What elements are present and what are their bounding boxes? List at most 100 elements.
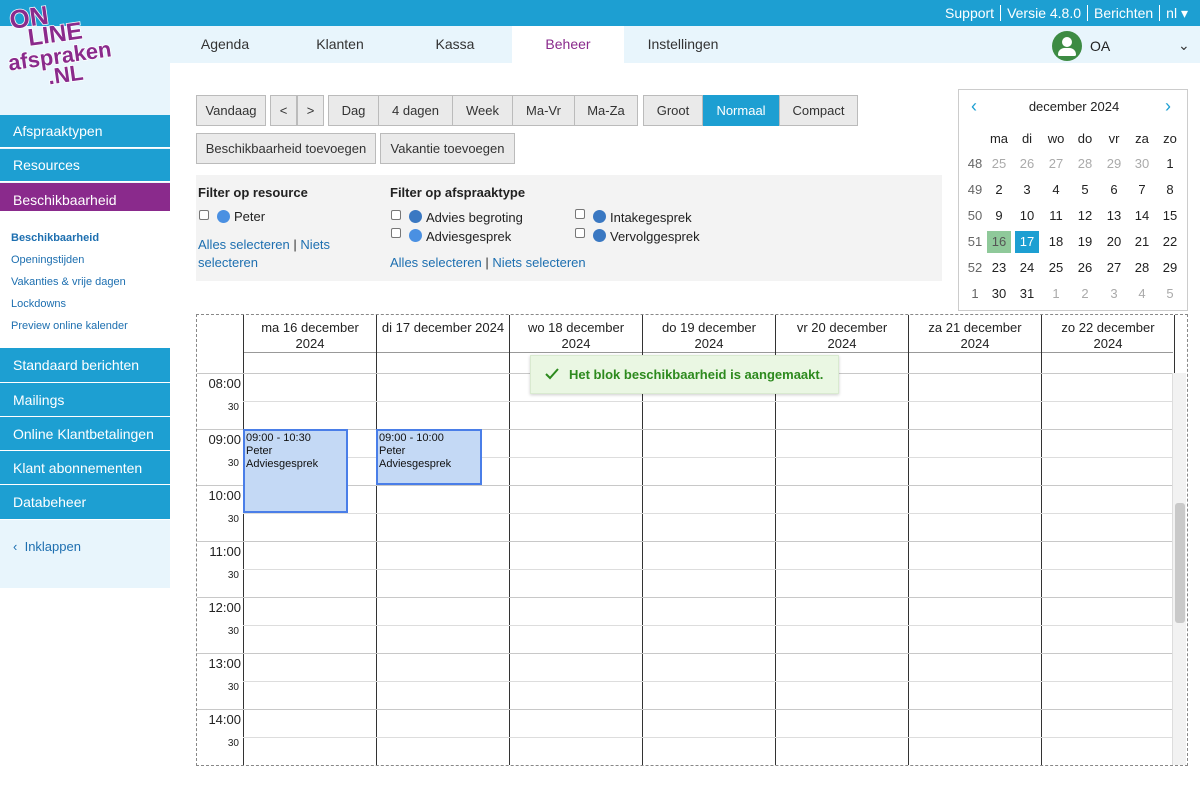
mini-calendar-day[interactable]: 6 [1102,179,1126,201]
mini-calendar-day[interactable]: 7 [1130,179,1154,201]
nav-agenda[interactable]: Agenda [170,26,280,63]
nav-beheer[interactable]: Beheer [512,26,624,63]
mini-calendar-day[interactable]: 27 [1102,257,1126,279]
success-toast: Het blok beschikbaarheid is aangemaakt. [530,355,839,394]
mini-calendar-day[interactable]: 30 [1130,153,1154,175]
mini-calendar-day[interactable]: 20 [1102,231,1126,253]
submenu-beschikbaarheid[interactable]: Beschikbaarheid [0,227,170,249]
type-checkbox-adviesgesprek[interactable] [391,228,401,238]
mini-calendar-day[interactable]: 10 [1015,205,1039,227]
size-groot-button[interactable]: Groot [643,95,703,126]
type-select-none-link[interactable]: Niets selecteren [492,255,585,270]
mini-calendar-day[interactable]: 23 [987,257,1011,279]
view-ma-za-button[interactable]: Ma-Za [574,95,638,126]
mini-calendar-day[interactable]: 3 [1102,283,1126,305]
mini-calendar-day[interactable]: 2 [987,179,1011,201]
nav-instellingen[interactable]: Instellingen [628,26,738,63]
mini-calendar-day[interactable]: 26 [1015,153,1039,175]
chevron-down-icon[interactable]: ⌄ [1178,37,1190,54]
mini-calendar-day[interactable]: 17 [1015,231,1039,253]
nav-kassa[interactable]: Kassa [400,26,510,63]
mini-calendar-day[interactable]: 30 [987,283,1011,305]
mini-calendar-day[interactable]: 14 [1130,205,1154,227]
mini-calendar-day[interactable]: 29 [1158,257,1182,279]
size-normaal-button[interactable]: Normaal [703,95,779,126]
mini-calendar-day[interactable]: 9 [987,205,1011,227]
sidebar-item-mailings[interactable]: Mailings [0,383,170,417]
mini-calendar-day[interactable]: 26 [1073,257,1097,279]
scrollbar-thumb[interactable] [1175,503,1185,623]
size-compact-button[interactable]: Compact [779,95,858,126]
type-select-all-link[interactable]: Alles selecteren [390,255,482,270]
appointment-block[interactable]: 09:00 - 10:00 Peter Adviesgesprek [376,429,482,485]
nav-klanten[interactable]: Klanten [285,26,395,63]
day-header[interactable]: ma 16 december 2024 [243,315,376,373]
submenu-preview-kalender[interactable]: Preview online kalender [0,315,170,337]
language-select[interactable]: nl ▾ [1159,5,1194,21]
view-ma-vr-button[interactable]: Ma-Vr [512,95,575,126]
mini-calendar-day[interactable]: 3 [1015,179,1039,201]
submenu-vakanties[interactable]: Vakanties & vrije dagen [0,271,170,293]
prev-button[interactable]: < [270,95,297,126]
mini-calendar-day[interactable]: 28 [1130,257,1154,279]
mini-calendar-day[interactable]: 18 [1044,231,1068,253]
week-number: 51 [967,234,983,249]
type-checkbox-intakegesprek[interactable] [575,209,585,219]
sidebar-item-klantbetalingen[interactable]: Online Klantbetalingen [0,417,170,451]
mini-calendar-day[interactable]: 25 [1044,257,1068,279]
mini-calendar-day[interactable]: 15 [1158,205,1182,227]
support-link[interactable]: Support [939,5,1000,21]
type-checkbox-vervolggesprek[interactable] [575,228,585,238]
submenu-openingstijden[interactable]: Openingstijden [0,249,170,271]
resource-checkbox-peter[interactable] [199,210,209,220]
resource-select-all-link[interactable]: Alles selecteren [198,237,290,252]
today-button[interactable]: Vandaag [196,95,266,126]
appointment-block[interactable]: 09:00 - 10:30 Peter Adviesgesprek [243,429,348,513]
next-button[interactable]: > [297,95,324,126]
mini-calendar-day[interactable]: 28 [1073,153,1097,175]
mini-calendar-day[interactable]: 12 [1073,205,1097,227]
mini-calendar-day[interactable]: 24 [1015,257,1039,279]
online-afspraken-logo[interactable]: ON LINE afspraken .NL [6,0,114,88]
mini-calendar-day[interactable]: 5 [1073,179,1097,201]
day-header[interactable]: zo 22 december 2024 [1041,315,1174,373]
sidebar-item-afspraaktypen[interactable]: Afspraaktypen [0,115,170,148]
view-4days-button[interactable]: 4 dagen [378,95,453,126]
view-day-button[interactable]: Dag [328,95,379,126]
sidebar-item-resources[interactable]: Resources [0,149,170,182]
mini-calendar-day[interactable]: 31 [1015,283,1039,305]
mini-calendar-day[interactable]: 22 [1158,231,1182,253]
mini-calendar-day[interactable]: 1 [1044,283,1068,305]
mini-calendar-day[interactable]: 27 [1044,153,1068,175]
user-menu[interactable]: OA [1052,31,1110,61]
mini-calendar-day[interactable]: 13 [1102,205,1126,227]
mini-calendar-day[interactable]: 2 [1073,283,1097,305]
resource-select-none-link[interactable]: Niets [300,237,330,252]
mini-calendar-day[interactable]: 8 [1158,179,1182,201]
mini-calendar-day[interactable]: 11 [1044,205,1068,227]
day-header[interactable]: di 17 december 2024 [376,315,509,373]
submenu-lockdowns[interactable]: Lockdowns [0,293,170,315]
mini-calendar-day[interactable]: 25 [987,153,1011,175]
chevron-right-icon[interactable]: › [1165,96,1171,117]
resource-select-none-link-cont[interactable]: selecteren [198,255,258,270]
mini-calendar-day[interactable]: 29 [1102,153,1126,175]
sidebar-item-standaard-berichten[interactable]: Standaard berichten [0,348,170,383]
mini-calendar-day[interactable]: 5 [1158,283,1182,305]
calendar-scrollbar[interactable] [1172,373,1186,765]
add-vacation-button[interactable]: Vakantie toevoegen [380,133,515,164]
mini-calendar-day[interactable]: 16 [987,231,1011,253]
mini-calendar-day[interactable]: 21 [1130,231,1154,253]
day-header[interactable]: za 21 december 2024 [908,315,1041,373]
add-availability-button[interactable]: Beschikbaarheid toevoegen [196,133,376,164]
type-checkbox-advies-begroting[interactable] [391,210,401,220]
mini-calendar-day[interactable]: 4 [1130,283,1154,305]
messages-link[interactable]: Berichten [1087,5,1159,21]
mini-calendar-day[interactable]: 1 [1158,153,1182,175]
sidebar-item-klant-abonnementen[interactable]: Klant abonnementen [0,451,170,485]
mini-calendar-day[interactable]: 19 [1073,231,1097,253]
sidebar-item-databeheer[interactable]: Databeheer [0,485,170,520]
mini-calendar-day[interactable]: 4 [1044,179,1068,201]
view-week-button[interactable]: Week [452,95,513,126]
collapse-button[interactable]: ‹ Inklappen [13,539,81,554]
